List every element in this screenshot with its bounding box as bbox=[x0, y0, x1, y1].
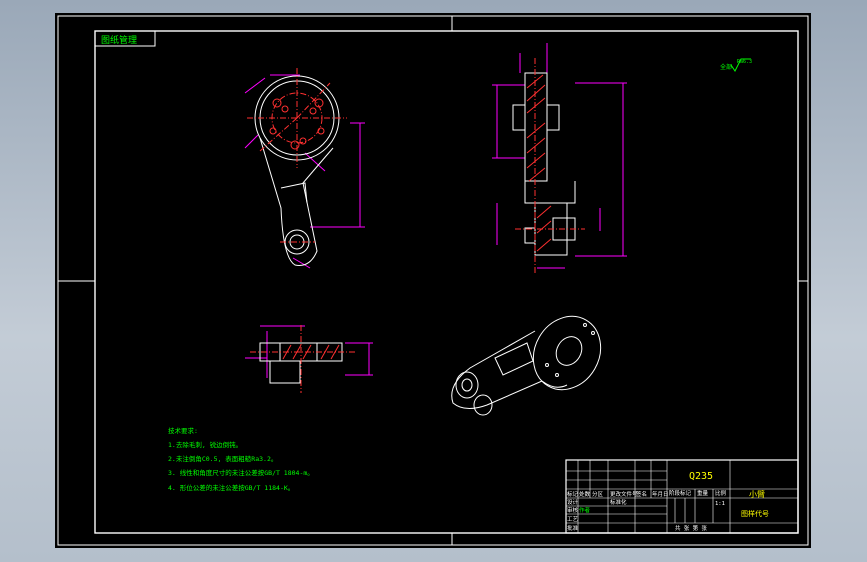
svg-text:1.去除毛刺, 锐边倒钝。: 1.去除毛刺, 锐边倒钝。 bbox=[168, 440, 242, 449]
title-block-labels: 标记 处数 分区 更改文件号 签名 年月日 设计 标准化 审核 工艺 批准 阶段… bbox=[567, 489, 727, 532]
front-view bbox=[244, 68, 365, 269]
svg-text:签名: 签名 bbox=[636, 490, 647, 498]
top-view bbox=[245, 325, 373, 393]
part-name: 小臂 bbox=[749, 489, 765, 499]
svg-text:图纸管理: 图纸管理 bbox=[101, 34, 137, 46]
title-block: 标记 处数 分区 更改文件号 签名 年月日 设计 标准化 审核 工艺 批准 阶段… bbox=[565, 459, 799, 534]
outer-border bbox=[57, 15, 809, 546]
side-view-outline bbox=[512, 72, 576, 256]
isometric-view bbox=[451, 315, 602, 416]
svg-text:标记: 标记 bbox=[567, 490, 579, 498]
svg-text:设计: 设计 bbox=[567, 498, 579, 506]
material-label: Q235 bbox=[689, 471, 713, 482]
svg-text:标准化: 标准化 bbox=[610, 498, 627, 506]
svg-text:3. 线性和角度尺寸的未注公差按GB/T 1804-m。: 3. 线性和角度尺寸的未注公差按GB/T 1804-m。 bbox=[168, 468, 314, 477]
top-view-centerlines bbox=[250, 325, 355, 393]
svg-text:重量: 重量 bbox=[697, 489, 709, 497]
svg-text:年月日: 年月日 bbox=[652, 490, 669, 498]
svg-text:工艺: 工艺 bbox=[567, 516, 579, 523]
side-section-view bbox=[492, 43, 627, 273]
svg-text:处数: 处数 bbox=[579, 490, 591, 498]
svg-text:批准: 批准 bbox=[567, 524, 579, 532]
svg-text:分区: 分区 bbox=[592, 490, 604, 498]
cad-viewport[interactable]: 图纸管理 全部 Ra6.3 技术要求: 1.去除毛刺, 锐边倒钝。 2.未注倒角… bbox=[55, 13, 811, 548]
svg-text:4. 形位公差的未注公差按GB/T 1184-K。: 4. 形位公差的未注公差按GB/T 1184-K。 bbox=[168, 483, 294, 492]
corner-stamp: 图纸管理 bbox=[94, 30, 156, 47]
svg-text:更改文件号: 更改文件号 bbox=[610, 490, 638, 498]
svg-text:阶段标记: 阶段标记 bbox=[669, 489, 692, 497]
drawing-code: 图样代号 bbox=[741, 509, 769, 518]
svg-text:全部: 全部 bbox=[720, 63, 732, 71]
scale-value: 1:1 bbox=[715, 501, 725, 507]
svg-text:共 张 第 张: 共 张 第 张 bbox=[675, 524, 707, 532]
svg-text:审核: 审核 bbox=[567, 506, 579, 514]
roughness-note: 全部 Ra6.3 bbox=[720, 58, 752, 72]
designer-name: 作者 bbox=[579, 506, 591, 514]
drawing-canvas: 图纸管理 全部 Ra6.3 技术要求: 1.去除毛刺, 锐边倒钝。 2.未注倒角… bbox=[57, 15, 809, 546]
svg-text:比例: 比例 bbox=[715, 489, 727, 497]
svg-text:技术要求:: 技术要求: bbox=[168, 426, 198, 435]
svg-text:Ra6.3: Ra6.3 bbox=[737, 59, 752, 65]
side-view-dimensions bbox=[492, 43, 627, 269]
technical-requirements: 技术要求: 1.去除毛刺, 锐边倒钝。 2.未注倒角C0.5, 表面粗糙Ra3.… bbox=[168, 426, 314, 492]
svg-text:2.未注倒角C0.5, 表面粗糙Ra3.2。: 2.未注倒角C0.5, 表面粗糙Ra3.2。 bbox=[168, 454, 277, 463]
